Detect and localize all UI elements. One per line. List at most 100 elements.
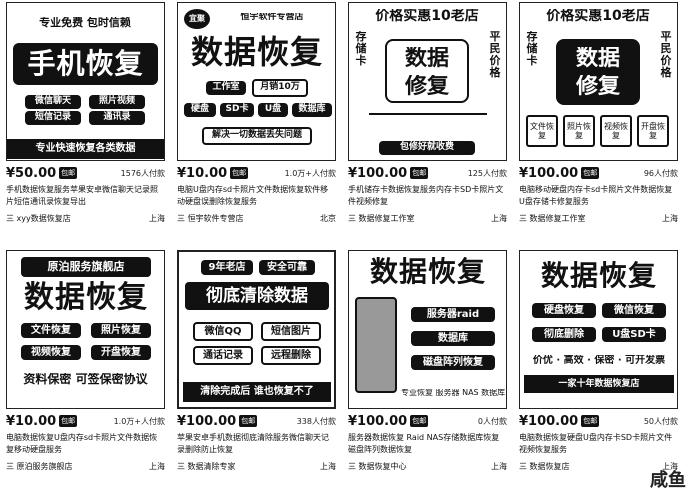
thumb-bottom-banner: 包修好就收费 [379, 141, 475, 155]
product-title[interactable]: 电脑U盘内存sd卡照片文件数据恢复软件移动硬盘误删除恢复服务 [177, 184, 336, 208]
shop-name[interactable]: 三 数据修复工作室 [519, 213, 586, 224]
product-card[interactable]: 价格实惠10老店 存储卡 平民价格 数据 修复 包修好就收费 ¥100.00 包… [348, 2, 507, 246]
thumb-side-text: 平民价格 [489, 31, 501, 80]
product-thumbnail[interactable]: 9年老店 安全可靠 彻底清除数据 微信QQ 短信图片 通话记录 远程删除 清除完… [177, 250, 336, 409]
sold-count: 96人付款 [643, 168, 678, 178]
thumb-main-title: 数据 [575, 47, 620, 71]
product-card[interactable]: 数据恢复 硬盘恢复 微信恢复 彻底删除 U盘SD卡 价优 · 高效 · 保密 ·… [519, 250, 678, 494]
thumb-tag: 磁盘阵列恢复 [411, 355, 495, 370]
thumb-tag: 照片恢复 [91, 323, 151, 338]
shop-name[interactable]: 三 恒宇软件专营店 [177, 213, 244, 224]
location: 上海 [320, 461, 336, 471]
thumb-tag: 照片视频 [89, 95, 145, 109]
product-title[interactable]: 电脑数据恢复硬盘U盘内存卡SD卡照片文件视频恢复服务 [519, 432, 678, 456]
shop-name[interactable]: 三 xyy数据恢复店 [6, 213, 71, 224]
thumb-tag: 照片恢复 [563, 115, 595, 147]
location: 上海 [149, 461, 165, 471]
shipping-badge: 包邮 [239, 415, 258, 427]
price: ¥100.00 [348, 413, 408, 429]
product-thumbnail[interactable]: 原泊服务旗舰店 数据恢复 文件恢复 照片恢复 视频恢复 开盘恢复 资料保密 可签… [6, 250, 165, 409]
thumb-tag: SD卡 [220, 103, 254, 117]
product-thumbnail[interactable]: 数据恢复 硬盘恢复 微信恢复 彻底删除 U盘SD卡 价优 · 高效 · 保密 ·… [519, 250, 678, 409]
hard-drive-image [355, 297, 397, 393]
shipping-badge: 包邮 [410, 415, 429, 427]
shop-name[interactable]: 三 数据修复工作室 [348, 213, 415, 224]
thumb-side-text: 存储卡 [355, 31, 367, 68]
shop-name[interactable]: 三 原泊服务旗舰店 [6, 461, 73, 472]
product-thumbnail[interactable]: 数据恢复 服务器raid 数据库 磁盘阵列恢复 专业恢复 服务器 NAS 数据库 [348, 250, 507, 409]
thumb-tag: 开盘恢复 [91, 345, 151, 360]
thumb-tag: 远程删除 [261, 346, 321, 365]
shop-name[interactable]: 三 数据恢复店 [519, 461, 570, 472]
shipping-badge: 包邮 [230, 167, 249, 179]
thumb-tag: 短信图片 [261, 322, 321, 341]
thumb-tag: 彻底删除 [532, 327, 596, 342]
thumb-tag: 9年老店 [201, 260, 253, 275]
thumb-tag: 硬盘 [184, 103, 216, 117]
price: ¥100.00 [519, 165, 579, 181]
product-title[interactable]: 电脑移动硬盘内存卡sd卡照片文件数据恢复U盘存储卡修复服务 [519, 184, 678, 208]
thumb-main-title: 彻底清除数据 [185, 282, 329, 310]
product-card[interactable]: 原泊服务旗舰店 数据恢复 文件恢复 照片恢复 视频恢复 开盘恢复 资料保密 可签… [6, 250, 165, 494]
thumb-main-title: 数据 [404, 47, 449, 71]
thumb-tag: U盘SD卡 [602, 327, 666, 342]
product-thumbnail[interactable]: 价格实惠10老店 存储卡 平民价格 数据 修复 包修好就收费 [348, 2, 507, 161]
product-card[interactable]: 专业免费 包时信赖 手机恢复 微信聊天 照片视频 短信记录 通讯录 专业快速恢复… [6, 2, 165, 246]
price: ¥100.00 [519, 413, 579, 429]
thumb-tag: 文件恢复 [21, 323, 81, 338]
thumb-tag: 微信聊天 [25, 95, 81, 109]
thumb-bottom-banner: 专业恢复 服务器 NAS 数据库 [401, 389, 505, 397]
thumb-tagline: 价格实惠10老店 [546, 9, 650, 24]
thumb-bottom-banner: 一家十年数据恢复店 [524, 375, 674, 393]
thumb-tag: 文件恢复 [526, 115, 558, 147]
shop-name[interactable]: 三 数据恢复中心 [348, 461, 407, 472]
thumb-slogan: 价优 · 高效 · 保密 · 可开发票 [532, 355, 666, 366]
product-title[interactable]: 苹果安卓手机数据彻底清除服务微信聊天记录删除防止恢复 [177, 432, 336, 456]
product-title[interactable]: 手机储存卡数据恢复服务内存卡SD卡照片文件视频修复 [348, 184, 507, 208]
location: 北京 [320, 213, 336, 223]
thumb-tag: 微信QQ [193, 322, 253, 341]
thumb-tag: 硬盘恢复 [532, 303, 596, 318]
thumb-tag: 月销10万 [252, 79, 308, 97]
product-card[interactable]: 价格实惠10老店 存储卡 平民价格 数据 修复 文件恢复 照片恢复 视频恢复 开… [519, 2, 678, 246]
thumb-tag: U盘 [258, 103, 288, 117]
thumb-main-title: 数据恢复 [24, 281, 148, 314]
product-title[interactable]: 手机数据恢复服务苹果安卓微信聊天记录照片短信通讯录恢复导出 [6, 184, 165, 208]
shipping-badge: 包邮 [581, 167, 600, 179]
product-card[interactable]: 数据恢复 服务器raid 数据库 磁盘阵列恢复 专业恢复 服务器 NAS 数据库… [348, 250, 507, 494]
product-title[interactable]: 服务器数据恢复 Raid NAS存储数据库恢复磁盘阵列数据恢复 [348, 432, 507, 456]
shipping-badge: 包邮 [59, 415, 78, 427]
watermark-logo: 咸鱼 [650, 470, 686, 491]
thumb-tag: 安全可靠 [259, 260, 315, 275]
product-thumbnail[interactable]: 价格实惠10老店 存储卡 平民价格 数据 修复 文件恢复 照片恢复 视频恢复 开… [519, 2, 678, 161]
product-thumbnail[interactable]: 专业免费 包时信赖 手机恢复 微信聊天 照片视频 短信记录 通讯录 专业快速恢复… [6, 2, 165, 161]
location: 上海 [491, 213, 507, 223]
thumb-main-title: 数据恢复 [540, 261, 657, 292]
product-thumbnail[interactable]: 宜聚 恒宇软件专营店 数据恢复 工作室 月销10万 硬盘 SD卡 U盘 数据库 … [177, 2, 336, 161]
sold-count: 1.0万+人付款 [284, 168, 336, 178]
thumb-tagline: 原泊服务旗舰店 [21, 257, 151, 277]
thumb-tag: 通话记录 [193, 346, 253, 365]
thumb-main-title: 修复 [575, 75, 620, 99]
thumb-divider [369, 113, 487, 135]
price: ¥10.00 [6, 413, 57, 429]
thumb-main-title: 修复 [404, 75, 449, 99]
price: ¥50.00 [6, 165, 57, 181]
product-title[interactable]: 电脑数据恢复U盘内存sd卡照片文件数据恢复移动硬盘服务 [6, 432, 165, 456]
location: 上海 [662, 213, 678, 223]
shop-name[interactable]: 三 数据清除专家 [177, 461, 236, 472]
thumb-bottom-banner: 专业快速恢复各类数据 [7, 139, 164, 159]
thumb-bottom-banner: 清除完成后 谁也恢复不了 [183, 382, 331, 402]
thumb-tag: 工作室 [206, 81, 246, 95]
thumb-tag: 服务器raid [411, 307, 495, 322]
thumb-tag: 视频恢复 [600, 115, 632, 147]
thumb-shop-name: 恒宇软件专营店 [240, 13, 304, 22]
product-card[interactable]: 9年老店 安全可靠 彻底清除数据 微信QQ 短信图片 通话记录 远程删除 清除完… [177, 250, 336, 494]
shipping-badge: 包邮 [581, 415, 600, 427]
thumb-tag: 通讯录 [89, 111, 145, 125]
product-card[interactable]: 宜聚 恒宇软件专营店 数据恢复 工作室 月销10万 硬盘 SD卡 U盘 数据库 … [177, 2, 336, 246]
thumb-tagline: 专业免费 包时信赖 [39, 17, 131, 29]
sold-count: 125人付款 [467, 168, 507, 178]
thumb-main-title: 数据恢复 [190, 35, 323, 71]
thumb-side-text: 平民价格 [660, 31, 672, 80]
